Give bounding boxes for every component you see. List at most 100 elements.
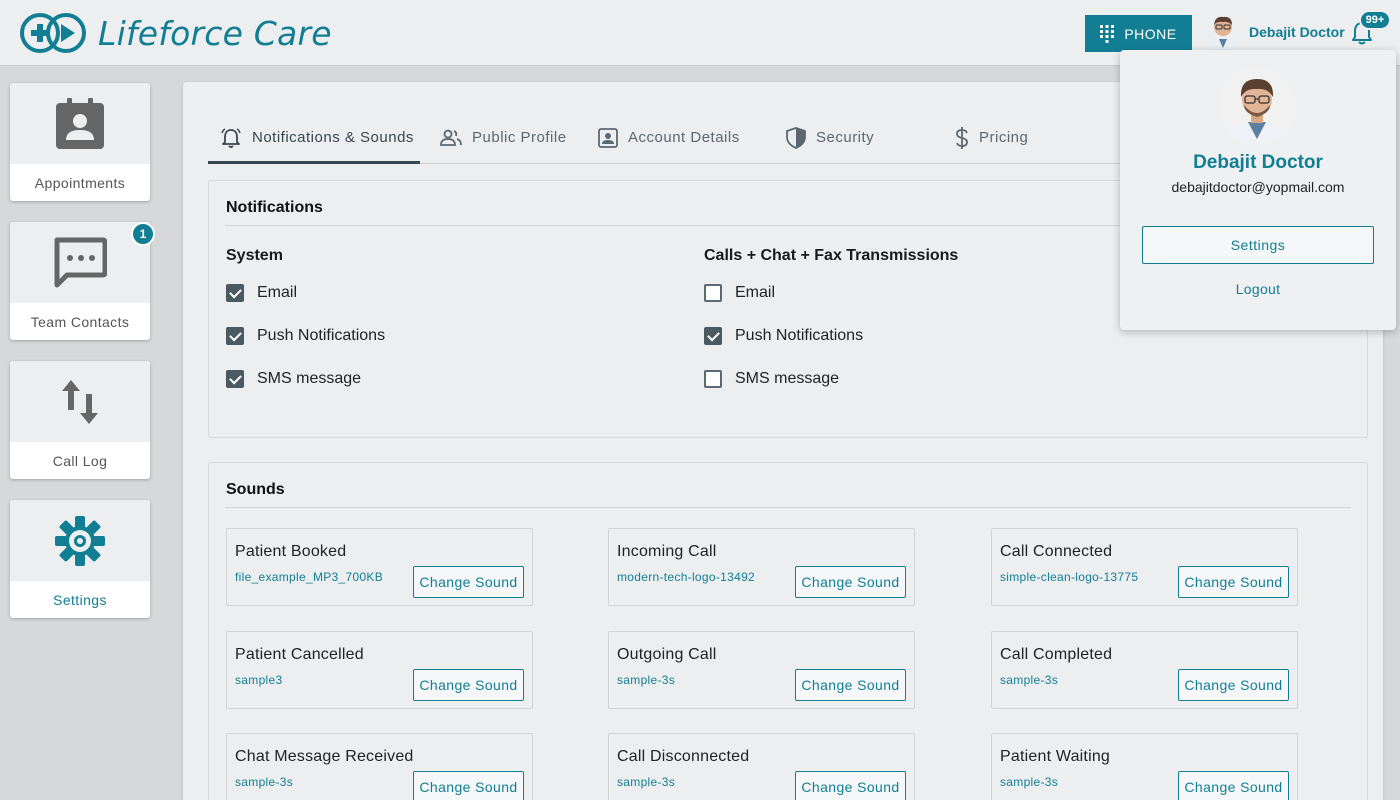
change-sound-button[interactable]: Change Sound (1178, 669, 1289, 701)
swap-vertical-icon (62, 379, 98, 424)
id-card-icon (598, 127, 618, 148)
change-sound-button[interactable]: Change Sound (795, 669, 906, 701)
tab-pricing[interactable]: Pricing (955, 112, 1028, 163)
active-tab-indicator (208, 161, 420, 164)
calls-sms-option[interactable]: SMS message (704, 370, 839, 388)
avatar (1218, 67, 1296, 145)
app-logo[interactable]: Lifeforce Care (18, 11, 332, 55)
sound-file-name: sample-3s (617, 775, 676, 789)
system-email-checkbox[interactable] (226, 284, 244, 302)
sound-file-name: sample-3s (235, 775, 294, 789)
calls-group-title: Calls + Chat + Fax Transmissions (704, 247, 959, 264)
system-email-option[interactable]: Email (226, 284, 297, 302)
change-sound-button[interactable]: Change Sound (1178, 771, 1289, 800)
dialpad-icon (1100, 24, 1115, 43)
sound-card-call-disconnected: Call Disconnected sample-3s Change Sound (608, 733, 915, 800)
app-name: Lifeforce Care (98, 13, 332, 53)
shield-icon (786, 126, 806, 149)
sound-file-name: modern-tech-logo-13492 (617, 570, 756, 584)
tab-label: Notifications & Sounds (252, 129, 414, 146)
avatar (1209, 16, 1237, 52)
sounds-title: Sounds (226, 481, 285, 498)
notification-count-badge: 99+ (1359, 10, 1391, 30)
sidebar-item-label: Settings (53, 591, 107, 608)
sound-event-name: Call Completed (1000, 646, 1113, 663)
tab-label: Public Profile (472, 129, 567, 146)
team-contacts-badge: 1 (131, 222, 155, 246)
dropdown-settings-button[interactable]: Settings (1142, 226, 1374, 264)
system-sms-option[interactable]: SMS message (226, 370, 361, 388)
tab-label: Pricing (979, 129, 1029, 146)
option-label: SMS message (257, 370, 362, 387)
user-menu-trigger[interactable]: Debajit Doctor (1205, 12, 1345, 52)
divider (225, 507, 1351, 508)
tab-security[interactable]: Security (786, 112, 874, 163)
calls-sms-checkbox[interactable] (704, 370, 722, 388)
calls-push-option[interactable]: Push Notifications (704, 327, 863, 345)
change-sound-button[interactable]: Change Sound (1178, 566, 1289, 598)
phone-button-label: PHONE (1124, 25, 1177, 42)
bell-icon (221, 127, 241, 148)
change-sound-button[interactable]: Change Sound (413, 771, 524, 800)
sound-card-chat-message-received: Chat Message Received sample-3s Change S… (226, 733, 533, 800)
tab-public-profile[interactable]: Public Profile (440, 112, 567, 163)
option-label: Push Notifications (257, 327, 386, 344)
sound-card-patient-cancelled: Patient Cancelled sample3 Change Sound (226, 631, 533, 709)
sidebar-item-call-log[interactable]: Call Log (10, 361, 150, 479)
sidebar-item-label: Call Log (52, 452, 108, 469)
sound-card-call-connected: Call Connected simple-clean-logo-13775 C… (991, 528, 1298, 606)
sound-event-name: Patient Waiting (1000, 748, 1111, 765)
phone-button[interactable]: PHONE (1085, 15, 1192, 52)
change-sound-button[interactable]: Change Sound (413, 669, 524, 701)
sidebar-item-label: Team Contacts (30, 313, 130, 330)
sound-file-name: sample3 (235, 673, 283, 687)
calls-email-checkbox[interactable] (704, 284, 722, 302)
sidebar-item-appointments[interactable]: Appointments (10, 83, 150, 201)
change-sound-button[interactable]: Change Sound (413, 566, 524, 598)
change-sound-button[interactable]: Change Sound (795, 771, 906, 800)
calendar-contact-icon (56, 97, 104, 149)
notifications-title: Notifications (226, 199, 323, 216)
sound-card-patient-waiting: Patient Waiting sample-3s Change Sound (991, 733, 1298, 800)
sound-file-name: simple-clean-logo-13775 (1000, 570, 1139, 584)
sound-file-name: sample-3s (1000, 775, 1059, 789)
sound-event-name: Incoming Call (617, 543, 717, 560)
sound-event-name: Outgoing Call (617, 646, 717, 663)
tab-account-details[interactable]: Account Details (598, 112, 740, 163)
option-label: Email (257, 284, 298, 301)
calls-push-checkbox[interactable] (704, 327, 722, 345)
chat-bubble-icon (54, 237, 107, 287)
doctor-portrait-icon (1218, 67, 1296, 145)
lifeforce-logo-icon (20, 13, 86, 53)
sidebar-item-team-contacts[interactable]: Team Contacts (10, 222, 150, 340)
sound-card-call-completed: Call Completed sample-3s Change Sound (991, 631, 1298, 709)
sound-event-name: Patient Cancelled (235, 646, 364, 663)
system-group-title: System (226, 247, 283, 264)
system-push-option[interactable]: Push Notifications (226, 327, 385, 345)
sidebar-item-label: Appointments (34, 174, 126, 191)
people-icon (440, 129, 462, 146)
user-dropdown-menu: Debajit Doctor debajitdoctor@yopmail.com… (1120, 50, 1396, 330)
gear-icon (55, 515, 105, 566)
sound-card-patient-booked: Patient Booked file_example_MP3_700KB Ch… (226, 528, 533, 606)
sound-file-name: file_example_MP3_700KB (235, 570, 384, 584)
sidebar-item-settings[interactable]: Settings (10, 500, 150, 618)
sound-card-outgoing-call: Outgoing Call sample-3s Change Sound (608, 631, 915, 709)
dropdown-user-name: Debajit Doctor (1193, 152, 1323, 173)
sound-file-name: sample-3s (617, 673, 676, 687)
calls-email-option[interactable]: Email (704, 284, 775, 302)
sound-file-name: sample-3s (1000, 673, 1059, 687)
sound-event-name: Patient Booked (235, 543, 347, 560)
system-push-checkbox[interactable] (226, 327, 244, 345)
system-sms-checkbox[interactable] (226, 370, 244, 388)
dollar-icon (956, 126, 968, 149)
sound-event-name: Call Connected (1000, 543, 1113, 560)
header-user-name: Debajit Doctor (1249, 24, 1345, 40)
tab-label: Account Details (628, 129, 740, 146)
logout-link[interactable]: Logout (1120, 281, 1396, 297)
option-label: Push Notifications (735, 327, 864, 344)
tab-notifications-sounds[interactable]: Notifications & Sounds (220, 112, 414, 163)
sound-event-name: Call Disconnected (617, 748, 750, 765)
change-sound-button[interactable]: Change Sound (795, 566, 906, 598)
option-label: SMS message (735, 370, 840, 387)
